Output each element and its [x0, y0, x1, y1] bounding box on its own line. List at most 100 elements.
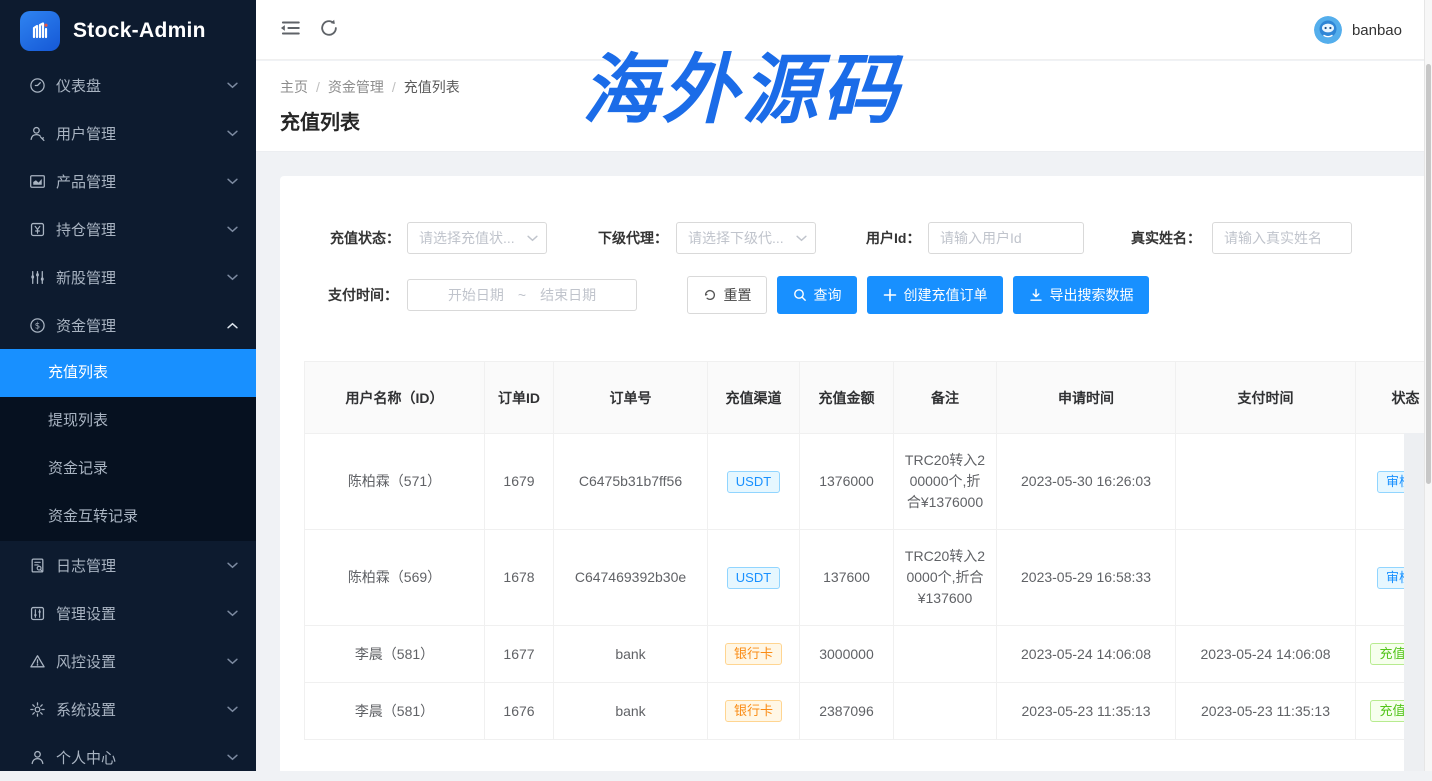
chevron-down-icon: [226, 655, 238, 667]
chevron-down-icon: [226, 271, 238, 283]
cell-amount: 1376000: [800, 434, 894, 530]
col-user: 用户名称（ID）: [305, 362, 485, 434]
col-amount: 充值金额: [800, 362, 894, 434]
create-recharge-order-button[interactable]: 创建充值订单: [867, 276, 1003, 314]
sidebar-item-funds[interactable]: $ 资金管理: [0, 301, 256, 349]
cell-apply-time: 2023-05-29 16:58:33: [997, 530, 1176, 626]
channel-badge: USDT: [727, 567, 780, 589]
sidebar-item-dashboard[interactable]: 仪表盘: [0, 61, 256, 109]
chart-icon: [28, 172, 46, 190]
cell-pay-time: [1176, 530, 1356, 626]
real-name-input[interactable]: [1212, 222, 1352, 254]
breadcrumb: 主页/资金管理/充值列表: [280, 77, 460, 97]
username: banbao: [1352, 22, 1402, 39]
col-order-no: 订单号: [554, 362, 708, 434]
cell-order-no: C6475b31b7ff56: [554, 434, 708, 530]
content: 充值状态： 请选择充值状... 下级代理： 请选择下级代... 用户Id： 真实…: [256, 152, 1432, 771]
topbar: banbao: [256, 0, 1432, 60]
sidebar-item-recharge-list[interactable]: 充值列表: [0, 349, 256, 397]
user-id-input[interactable]: [928, 222, 1084, 254]
user-menu[interactable]: banbao: [1314, 14, 1402, 46]
dashboard-icon: [28, 76, 46, 94]
cell-remark: TRC20转入200000个,折合¥1376000: [894, 434, 997, 530]
cell-user: 李晨（581）: [305, 683, 485, 740]
date-start-placeholder: 开始日期: [448, 285, 504, 305]
cell-pay-time: 2023-05-23 11:35:13: [1176, 683, 1356, 740]
cell-order-no: bank: [554, 626, 708, 683]
date-end-placeholder: 结束日期: [540, 285, 596, 305]
sidebar-item-products[interactable]: 产品管理: [0, 157, 256, 205]
cell-amount: 2387096: [800, 683, 894, 740]
cell-channel: USDT: [708, 530, 800, 626]
cell-remark: [894, 626, 997, 683]
recharge-card: 充值状态： 请选择充值状... 下级代理： 请选择下级代... 用户Id： 真实…: [280, 176, 1432, 771]
recharge-status-select[interactable]: 请选择充值状...: [407, 222, 547, 254]
reset-button[interactable]: 重置: [687, 276, 767, 314]
sidebar-item-withdraw-list[interactable]: 提现列表: [0, 397, 256, 445]
search-icon: [793, 288, 807, 302]
avatar: [1314, 16, 1342, 44]
agent-label: 下级代理：: [598, 222, 668, 254]
cell-amount: 3000000: [800, 626, 894, 683]
sidebar-item-logs[interactable]: 日志管理: [0, 541, 256, 589]
sidebar-item-profile[interactable]: 个人中心: [0, 733, 256, 781]
channel-badge: 银行卡: [725, 643, 782, 665]
recharge-table: 用户名称（ID） 订单ID 订单号 充值渠道 充值金额 备注 申请时间 支付时间…: [304, 361, 1432, 740]
chevron-down-icon: [226, 559, 238, 571]
reload-icon[interactable]: [318, 17, 342, 41]
user-id-label: 用户Id：: [866, 222, 920, 254]
pay-time-range-picker[interactable]: 开始日期 ~ 结束日期: [407, 279, 637, 311]
page-scrollbar-thumb[interactable]: [1426, 64, 1431, 484]
real-name-label: 真实姓名：: [1131, 222, 1201, 254]
chevron-down-icon: [226, 79, 238, 91]
sidebar-item-users[interactable]: 用户管理: [0, 109, 256, 157]
money-circle-icon: $: [28, 316, 46, 334]
sidebar-item-ipo[interactable]: 新股管理: [0, 253, 256, 301]
sidebar-item-admin-settings[interactable]: 管理设置: [0, 589, 256, 637]
cell-channel: 银行卡: [708, 626, 800, 683]
recharge-status-label: 充值状态：: [330, 222, 400, 254]
export-search-data-button[interactable]: 导出搜索数据: [1013, 276, 1149, 314]
cell-pay-time: 2023-05-24 14:06:08: [1176, 626, 1356, 683]
cell-channel: USDT: [708, 434, 800, 530]
app-logo-icon: [20, 11, 60, 51]
channel-badge: 银行卡: [725, 700, 782, 722]
chevron-up-icon: [226, 319, 238, 331]
chevron-down-icon: [226, 127, 238, 139]
sidebar-item-risk-settings[interactable]: 风控设置: [0, 637, 256, 685]
position-yen-icon: [28, 220, 46, 238]
breadcrumb-current: 充值列表: [404, 79, 460, 95]
page-title: 充值列表: [280, 106, 360, 135]
query-button[interactable]: 查询: [777, 276, 857, 314]
page-header: 主页/资金管理/充值列表 充值列表: [256, 61, 1432, 152]
sliders-icon: [28, 604, 46, 622]
person-icon: [28, 748, 46, 766]
candlestick-icon: [28, 268, 46, 286]
cell-pay-time: [1176, 434, 1356, 530]
col-order-id: 订单ID: [485, 362, 554, 434]
cell-order-id: 1677: [485, 626, 554, 683]
sidebar-item-system-settings[interactable]: 系统设置: [0, 685, 256, 733]
app-logo[interactable]: Stock-Admin: [0, 0, 256, 61]
cell-user: 李晨（581）: [305, 626, 485, 683]
chevron-down-icon: [226, 175, 238, 187]
col-pay-time: 支付时间: [1176, 362, 1356, 434]
agent-select[interactable]: 请选择下级代...: [676, 222, 816, 254]
cell-apply-time: 2023-05-24 14:06:08: [997, 626, 1176, 683]
table-row: 李晨（581） 1676 bank 银行卡 2387096 2023-05-23…: [305, 683, 1432, 740]
chevron-down-icon: [226, 703, 238, 715]
breadcrumb-funds[interactable]: 资金管理: [328, 79, 384, 95]
page-scrollbar[interactable]: [1424, 0, 1432, 771]
sidebar-item-fund-records[interactable]: 资金记录: [0, 445, 256, 493]
sidebar-item-positions[interactable]: 持仓管理: [0, 205, 256, 253]
table-scrollbar-gutter[interactable]: [1404, 433, 1424, 771]
collapse-sidebar-icon[interactable]: [278, 17, 302, 41]
cell-apply-time: 2023-05-23 11:35:13: [997, 683, 1176, 740]
sidebar-menu: 仪表盘 用户管理 产品管理 持仓管理 新股管理 $ 资金管理: [0, 61, 256, 781]
table-header-row: 用户名称（ID） 订单ID 订单号 充值渠道 充值金额 备注 申请时间 支付时间…: [305, 362, 1432, 434]
cell-amount: 137600: [800, 530, 894, 626]
cell-order-id: 1679: [485, 434, 554, 530]
sidebar-item-fund-transfer-records[interactable]: 资金互转记录: [0, 493, 256, 541]
breadcrumb-home[interactable]: 主页: [280, 79, 308, 95]
chevron-down-icon: [226, 751, 238, 763]
